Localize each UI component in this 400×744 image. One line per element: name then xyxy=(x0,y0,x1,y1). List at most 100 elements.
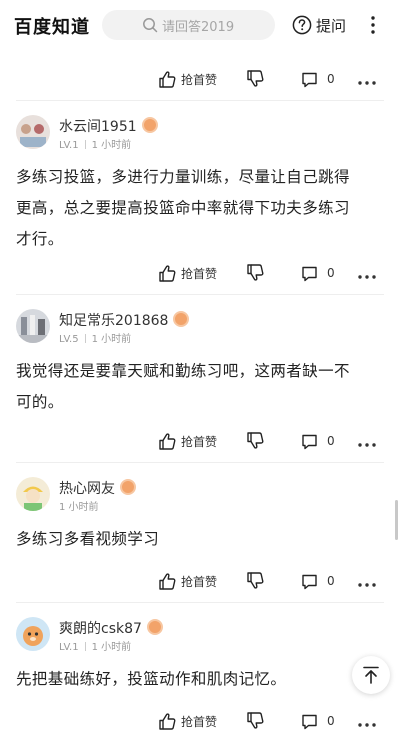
scrollbar-thumb[interactable] xyxy=(395,500,398,540)
comment-icon xyxy=(302,714,317,729)
back-to-top-button[interactable] xyxy=(352,656,390,694)
thumb-down-icon xyxy=(247,70,264,87)
username[interactable]: 热心网友 xyxy=(59,478,136,498)
username[interactable]: 知足常乐201868 xyxy=(59,310,190,330)
dislike-button[interactable] xyxy=(246,69,264,89)
answer-action-bar: 抢首赞 0 xyxy=(0,64,400,94)
dislike-button[interactable] xyxy=(246,431,264,451)
like-label: 抢首赞 xyxy=(181,574,218,589)
avatar[interactable] xyxy=(16,309,50,343)
answer-time: 1 小时前 xyxy=(91,140,132,151)
answer-time: 1 小时前 xyxy=(91,642,132,653)
more-horizontal-icon[interactable] xyxy=(358,715,376,735)
search-icon xyxy=(143,18,158,33)
like-button[interactable]: 抢首赞 xyxy=(158,69,217,89)
answer-meta: 1 小时前 xyxy=(59,498,99,513)
like-label: 抢首赞 xyxy=(181,72,218,87)
user-level: LV.1 xyxy=(59,642,79,653)
search-placeholder: 请回答2019 xyxy=(162,20,235,35)
answer-text-line: 我觉得还是要靠天赋和勤练习吧，这两者缺一不 xyxy=(16,362,350,380)
like-button[interactable]: 抢首赞 xyxy=(158,571,217,591)
more-horizontal-icon[interactable] xyxy=(358,73,376,93)
answer-action-bar: 抢首赞 0 xyxy=(0,566,400,596)
answer-content: 多练习多看视频学习 xyxy=(16,524,386,555)
meta-separator xyxy=(84,642,86,651)
answer-text-line: 多练习多看视频学习 xyxy=(16,530,160,548)
dislike-button[interactable] xyxy=(246,571,264,591)
answer-action-bar: 抢首赞 0 xyxy=(0,426,400,456)
answer-content: 多练习投篮，多进行力量训练，尽量让自己跳得 更高，总之要提高投篮命中率就得下功夫… xyxy=(16,162,386,255)
more-horizontal-icon[interactable] xyxy=(358,435,376,455)
meta-separator xyxy=(84,334,86,343)
username[interactable]: 水云间1951 xyxy=(59,116,158,136)
avatar[interactable] xyxy=(16,617,50,651)
like-button[interactable]: 抢首赞 xyxy=(158,431,217,451)
answer-action-bar: 抢首赞 0 xyxy=(0,706,400,736)
meta-separator xyxy=(84,140,86,149)
more-horizontal-icon[interactable] xyxy=(358,267,376,287)
baidu-zhidao-logo[interactable]: 百度知道 xyxy=(14,13,90,39)
comment-button[interactable]: 0 xyxy=(301,571,335,591)
user-level: LV.5 xyxy=(59,334,79,345)
comment-icon xyxy=(302,574,317,589)
answer-user-row: 爽朗的csk87 LV.1 1 小时前 xyxy=(16,617,376,653)
answer-meta: LV.1 1 小时前 xyxy=(59,136,131,151)
like-label: 抢首赞 xyxy=(181,434,218,449)
answer-time: 1 小时前 xyxy=(59,502,99,513)
more-horizontal-icon[interactable] xyxy=(358,575,376,595)
comment-count: 0 xyxy=(327,266,335,280)
level-badge-icon xyxy=(141,117,158,133)
level-badge-icon xyxy=(146,619,163,635)
answer-time: 1 小时前 xyxy=(91,334,132,345)
thumb-up-icon xyxy=(159,71,176,88)
like-label: 抢首赞 xyxy=(181,714,218,729)
answer-meta: LV.5 1 小时前 xyxy=(59,330,131,345)
comment-count: 0 xyxy=(327,714,335,728)
answer-content: 先把基础练好，投篮动作和肌肉记忆。 xyxy=(16,664,386,695)
comment-button[interactable]: 0 xyxy=(301,711,335,731)
like-button[interactable]: 抢首赞 xyxy=(158,711,217,731)
comment-button[interactable]: 0 xyxy=(301,69,335,89)
comment-button[interactable]: 0 xyxy=(301,263,335,283)
comment-count: 0 xyxy=(327,574,335,588)
answer-text-line: 多练习投篮，多进行力量训练，尽量让自己跳得 xyxy=(16,168,350,186)
more-vertical-icon[interactable] xyxy=(365,14,381,36)
avatar[interactable] xyxy=(16,115,50,149)
ask-question-button[interactable]: 提问 xyxy=(292,14,346,36)
thumb-down-icon xyxy=(247,572,264,589)
divider xyxy=(16,100,384,101)
thumb-up-icon xyxy=(159,573,176,590)
ask-label: 提问 xyxy=(316,16,347,35)
username-text: 知足常乐201868 xyxy=(59,313,169,329)
divider xyxy=(16,602,384,603)
comment-icon xyxy=(302,72,317,87)
comment-icon xyxy=(302,266,317,281)
comment-button[interactable]: 0 xyxy=(301,431,335,451)
avatar[interactable] xyxy=(16,477,50,511)
username[interactable]: 爽朗的csk87 xyxy=(59,618,163,638)
thumb-down-icon xyxy=(247,264,264,281)
arrow-up-icon xyxy=(363,666,379,684)
like-button[interactable]: 抢首赞 xyxy=(158,263,217,283)
answer-content: 我觉得还是要靠天赋和勤练习吧，这两者缺一不 可的。 xyxy=(16,356,386,418)
answer-text-line: 才行。 xyxy=(16,230,64,248)
dislike-button[interactable] xyxy=(246,711,264,731)
answer-text-line: 可的。 xyxy=(16,393,64,411)
username-text: 热心网友 xyxy=(59,481,115,497)
username-text: 爽朗的csk87 xyxy=(59,621,142,637)
thumb-up-icon xyxy=(159,713,176,730)
dislike-button[interactable] xyxy=(246,263,264,283)
divider xyxy=(16,462,384,463)
level-badge-icon xyxy=(120,479,136,495)
answer-action-bar: 抢首赞 0 xyxy=(0,258,400,288)
username-text: 水云间1951 xyxy=(59,119,137,135)
comment-count: 0 xyxy=(327,72,335,86)
answer-text-line: 先把基础练好，投篮动作和肌肉记忆。 xyxy=(16,670,287,688)
thumb-up-icon xyxy=(159,433,176,450)
answer-meta: LV.1 1 小时前 xyxy=(59,638,131,653)
level-badge-icon xyxy=(173,311,190,327)
top-bar: 百度知道 请回答2019 提问 xyxy=(0,0,400,52)
comment-count: 0 xyxy=(327,434,335,448)
search-box[interactable]: 请回答2019 xyxy=(102,10,275,40)
question-circle-icon xyxy=(292,15,312,35)
